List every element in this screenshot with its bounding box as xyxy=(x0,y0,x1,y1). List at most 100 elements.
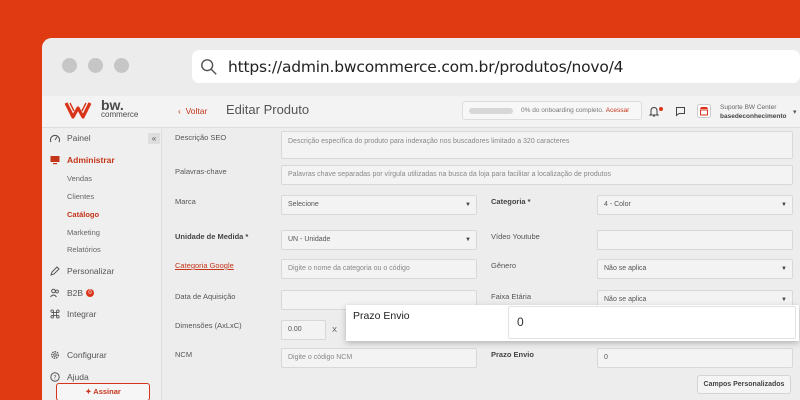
prazo-envio-input[interactable]: 0 xyxy=(597,348,793,368)
palavras-chave-field[interactable]: Palavras chave separadas por vírgula uti… xyxy=(281,165,793,185)
b2b-badge: 0 xyxy=(86,289,95,297)
assinar-button[interactable]: ✦ Assinar xyxy=(56,383,150,400)
faixa-etaria-value: Não se aplica xyxy=(604,296,647,303)
categoria-google-input[interactable]: Digite o nome da categoria ou o código xyxy=(281,259,477,279)
admin-app: bw. commerce ‹ Voltar Editar Produto 0% … xyxy=(42,96,800,400)
window-controls xyxy=(62,58,129,73)
marca-select[interactable]: Selecione ▼ xyxy=(281,195,477,215)
sidebar-item-administrar[interactable]: Administrar xyxy=(50,155,115,165)
search-icon xyxy=(201,58,217,75)
assinar-label: Assinar xyxy=(93,387,121,396)
genero-label: Gênero xyxy=(491,261,517,270)
prazo-envio-highlight: Prazo Envio 0 xyxy=(346,305,799,341)
help-icon: ? xyxy=(50,372,60,382)
chevron-left-icon: ‹ xyxy=(178,106,186,116)
categoria-label: Categoria * xyxy=(491,197,531,206)
sidebar-subitem-catalogo[interactable]: Catálogo xyxy=(67,210,99,219)
descricao-seo-label: Descrição SEO xyxy=(175,133,227,142)
campos-personalizados-button[interactable]: Campos Personalizados xyxy=(697,375,791,394)
faixa-etaria-label: Faixa Etária xyxy=(491,292,532,301)
back-link[interactable]: ‹ Voltar xyxy=(178,106,207,116)
store-icon[interactable] xyxy=(697,104,711,118)
onboarding-text: 0% do onboarding completo. xyxy=(521,107,604,114)
sidebar-item-ajuda[interactable]: ? Ajuda xyxy=(50,372,89,382)
sidebar-item-label: Personalizar xyxy=(67,266,115,276)
minimize-window-dot[interactable] xyxy=(88,58,103,73)
video-youtube-label: Vídeo Youtube xyxy=(491,232,540,241)
monitor-icon xyxy=(50,156,60,165)
sidebar-item-b2b[interactable]: B2B 0 xyxy=(50,288,95,298)
sidebar-item-label: Painel xyxy=(67,133,91,143)
genero-select[interactable]: Não se aplica ▼ xyxy=(597,259,793,279)
notification-dot-icon xyxy=(659,107,663,111)
dimensoes-label: Dimensões (AxLxC) xyxy=(175,321,242,330)
user-store: basedeconhecimento xyxy=(720,113,787,120)
categoria-google-link[interactable]: Categoria Google xyxy=(175,261,234,270)
sidebar-item-label: Integrar xyxy=(67,309,97,319)
sidebar-item-configurar[interactable]: Configurar xyxy=(50,350,107,360)
highlight-label: Prazo Envio xyxy=(353,310,410,322)
sidebar-item-label: Administrar xyxy=(67,155,115,165)
genero-value: Não se aplica xyxy=(604,265,647,272)
url-text: https://admin.bwcommerce.com.br/produtos… xyxy=(228,57,624,76)
sidebar-subitem-relatorios[interactable]: Relatórios xyxy=(67,245,101,254)
sidebar-item-label: B2B xyxy=(67,288,84,298)
marca-label: Marca xyxy=(175,197,196,206)
unidade-medida-label: Unidade de Medida * xyxy=(175,232,249,241)
chevron-down-icon: ▼ xyxy=(781,202,787,208)
sidebar-collapse-button[interactable]: « xyxy=(148,133,160,144)
video-youtube-input[interactable] xyxy=(597,230,793,250)
bell-icon[interactable] xyxy=(649,106,659,117)
descricao-seo-field[interactable]: Descrição específica do produto para ind… xyxy=(281,131,793,159)
chevron-down-icon: ▼ xyxy=(465,237,471,243)
command-icon xyxy=(50,309,60,319)
chevron-down-icon: ▼ xyxy=(781,266,787,272)
brand-logo[interactable]: bw. commerce xyxy=(64,98,139,120)
page-title: Editar Produto xyxy=(226,102,310,117)
app-topbar: bw. commerce ‹ Voltar Editar Produto 0% … xyxy=(42,96,800,128)
bw-logo-icon xyxy=(64,102,92,119)
marca-value: Selecione xyxy=(288,201,319,208)
highlight-prazo-input[interactable]: 0 xyxy=(508,306,796,339)
gear-icon xyxy=(51,351,59,359)
sidebar-subitem-marketing[interactable]: Marketing xyxy=(67,228,100,237)
sidebar-item-personalizar[interactable]: Personalizar xyxy=(50,266,114,276)
unidade-medida-select[interactable]: UN - Unidade ▼ xyxy=(281,230,477,250)
chevron-down-icon: ▼ xyxy=(465,202,471,208)
sidebar: « Painel Administrar Vendas Clientes Cat… xyxy=(42,129,162,400)
onboarding-widget: 0% do onboarding completo. Acessar xyxy=(462,101,642,120)
user-menu[interactable]: Suporte BW Center basedeconhecimento xyxy=(720,103,786,121)
ncm-label: NCM xyxy=(175,350,193,359)
dashboard-icon xyxy=(50,134,60,143)
sidebar-item-integrar[interactable]: Integrar xyxy=(50,309,96,319)
user-name: Suporte BW Center xyxy=(720,104,777,111)
logo-line-2: commerce xyxy=(101,110,139,119)
sidebar-subitem-vendas[interactable]: Vendas xyxy=(67,174,92,183)
altura-input[interactable]: 0.00 xyxy=(281,320,326,340)
chat-icon[interactable] xyxy=(675,106,686,117)
sidebar-subitem-clientes[interactable]: Clientes xyxy=(67,192,94,201)
onboarding-progress-bar xyxy=(469,107,513,114)
back-label: Voltar xyxy=(185,106,208,116)
dimensoes-separator: X xyxy=(332,325,338,334)
prazo-envio-label: Prazo Envio xyxy=(491,350,534,359)
pencil-icon xyxy=(50,266,60,276)
ncm-input[interactable]: Digite o código NCM xyxy=(281,348,477,368)
address-bar[interactable]: https://admin.bwcommerce.com.br/produtos… xyxy=(192,50,800,83)
data-aquisicao-label: Data de Aquisição xyxy=(175,292,236,301)
sidebar-item-painel[interactable]: Painel xyxy=(50,133,91,143)
users-icon xyxy=(50,288,59,298)
sidebar-item-label: Ajuda xyxy=(67,372,89,382)
unidade-medida-value: UN - Unidade xyxy=(288,236,331,243)
onboarding-link[interactable]: Acessar xyxy=(606,107,629,114)
palavras-chave-label: Palavras-chave xyxy=(175,167,227,176)
browser-window: https://admin.bwcommerce.com.br/produtos… xyxy=(42,38,800,400)
logo-text: bw. commerce xyxy=(101,98,139,120)
close-window-dot[interactable] xyxy=(62,58,77,73)
chevron-down-icon[interactable]: ▾ xyxy=(793,108,797,116)
browser-chrome: https://admin.bwcommerce.com.br/produtos… xyxy=(42,38,800,96)
categoria-select[interactable]: 4 - Color ▼ xyxy=(597,195,793,215)
product-form: Descrição SEO Descrição específica do pr… xyxy=(163,129,800,400)
categoria-value: 4 - Color xyxy=(604,201,631,208)
maximize-window-dot[interactable] xyxy=(114,58,129,73)
